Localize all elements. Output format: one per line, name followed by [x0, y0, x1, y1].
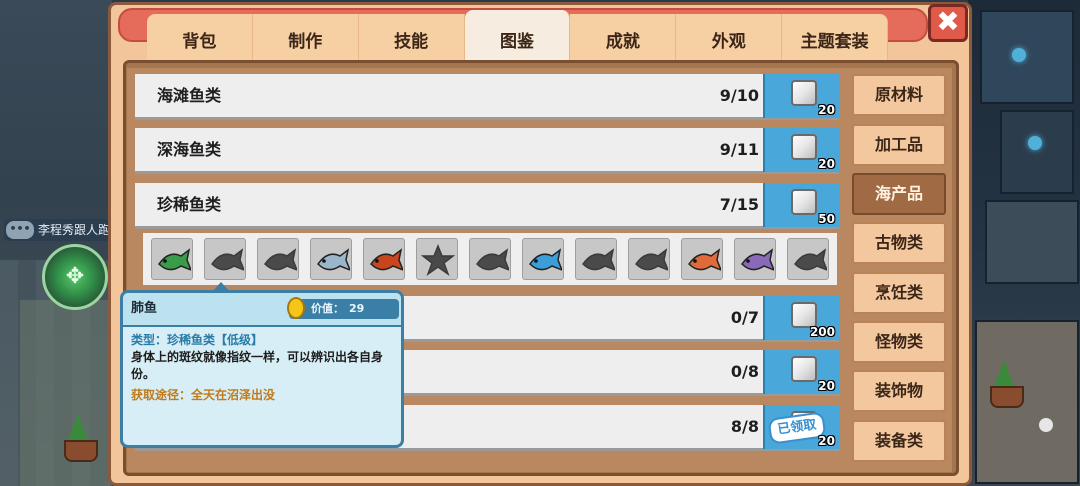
item-tooltip: 肺鱼 价值： 29 类型：珍稀鱼类【低级】 身体上的斑纹就像指纹一样，可以辨识出… — [120, 290, 404, 448]
sidebar-item-4[interactable]: 烹饪类 — [852, 272, 946, 314]
tab-0[interactable]: 背包 — [147, 14, 253, 64]
lungfish-icon[interactable] — [151, 238, 193, 280]
unknown-fish-icon[interactable] — [628, 238, 670, 280]
collection-count: 0/8 — [730, 362, 759, 381]
unknown-fish-icon[interactable] — [257, 238, 299, 280]
reward-amount: 20 — [818, 103, 835, 117]
collection-count: 7/15 — [719, 195, 759, 214]
fish-icon[interactable] — [734, 238, 776, 280]
category-row[interactable]: 珍稀鱼类 7/15 50 — [135, 183, 839, 229]
reward-button[interactable]: 已领取 20 — [763, 405, 839, 449]
sidebar-item-6[interactable]: 装饰物 — [852, 370, 946, 412]
item-type: 类型：珍稀鱼类【低级】 — [131, 333, 264, 347]
category-title: 深海鱼类 — [157, 140, 222, 159]
fish-collection-strip — [143, 233, 837, 285]
machine-decoration — [1000, 110, 1074, 194]
machine-decoration — [985, 200, 1079, 284]
lobster-icon[interactable] — [363, 238, 405, 280]
unknown-fish-icon[interactable] — [469, 238, 511, 280]
category-title: 珍稀鱼类 — [157, 195, 222, 214]
category-row[interactable]: 深海鱼类 9/11 20 — [135, 128, 839, 174]
tab-5[interactable]: 外观 — [676, 14, 783, 64]
unknown-fish-icon[interactable] — [787, 238, 829, 280]
unknown-fish-icon[interactable] — [204, 238, 246, 280]
tooltip-header: 肺鱼 价值： 29 — [123, 293, 401, 327]
plant-icon — [68, 414, 88, 440]
reward-button[interactable]: 50 — [763, 183, 839, 227]
tab-bar: 背包 制作 技能 图鉴 成就 外观 主题套装 — [147, 10, 889, 68]
fish-icon[interactable] — [681, 238, 723, 280]
pot-icon — [990, 386, 1024, 408]
category-row[interactable]: 海滩鱼类 9/10 20 — [135, 74, 839, 120]
sidebar-item-3[interactable]: 古物类 — [852, 222, 946, 264]
reward-amount: 20 — [818, 379, 835, 393]
reward-button[interactable]: 200 — [763, 296, 839, 340]
sidebar-item-0[interactable]: 原材料 — [852, 74, 946, 116]
reward-amount: 20 — [818, 434, 835, 448]
collection-count: 9/10 — [719, 86, 759, 105]
collection-count: 8/8 — [730, 417, 759, 436]
tab-1[interactable]: 制作 — [252, 14, 359, 64]
cube-icon — [791, 80, 817, 106]
pot-icon — [64, 440, 98, 462]
machine-decoration — [980, 10, 1074, 104]
reward-amount: 20 — [818, 157, 835, 171]
coin-icon — [287, 297, 305, 319]
sidebar-item-1[interactable]: 加工品 — [852, 124, 946, 166]
fish-icon[interactable] — [522, 238, 564, 280]
sidebar-item-7[interactable]: 装备类 — [852, 420, 946, 462]
sidebar-item-5[interactable]: 怪物类 — [852, 321, 946, 363]
game-world-left — [0, 0, 112, 486]
fish-icon[interactable] — [310, 238, 352, 280]
plant-icon — [994, 360, 1014, 386]
item-source: 获取途径：全天在沼泽出没 — [131, 388, 276, 402]
chat-message[interactable]: ••• 李程秀跟人跑 — [4, 219, 112, 241]
cube-icon — [791, 189, 817, 215]
item-value: 29 — [349, 302, 365, 315]
item-name: 肺鱼 — [131, 301, 158, 316]
item-description: 身体上的斑纹就像指纹一样，可以辨识出各自身份。 — [131, 350, 384, 381]
cube-icon — [791, 356, 817, 382]
reward-amount: 50 — [818, 212, 835, 226]
cube-icon — [791, 134, 817, 160]
value-label: 价值： — [311, 302, 344, 315]
controller-icon: ✥ — [65, 264, 85, 289]
reward-button[interactable]: 20 — [763, 350, 839, 394]
tab-6[interactable]: 主题套装 — [782, 14, 889, 64]
reward-button[interactable]: 20 — [763, 128, 839, 172]
collection-count: 0/7 — [730, 308, 759, 327]
category-title: 海滩鱼类 — [157, 86, 222, 105]
collection-count: 9/11 — [719, 140, 759, 159]
sidebar-item-2[interactable]: 海产品 — [852, 173, 946, 215]
joystick-button[interactable]: ✥ — [42, 244, 108, 310]
value-box — [289, 299, 399, 319]
tab-2[interactable]: 技能 — [358, 14, 465, 64]
chat-text: 李程秀跟人跑 — [38, 223, 111, 237]
reward-amount: 200 — [809, 325, 835, 339]
unknown-fish-icon[interactable] — [575, 238, 617, 280]
close-button[interactable]: ✖ — [928, 4, 968, 42]
chat-bubble-icon: ••• — [6, 221, 34, 239]
reward-button[interactable]: 20 — [763, 74, 839, 118]
unknown-star-icon[interactable] — [416, 238, 458, 280]
tab-4[interactable]: 成就 — [570, 14, 677, 64]
